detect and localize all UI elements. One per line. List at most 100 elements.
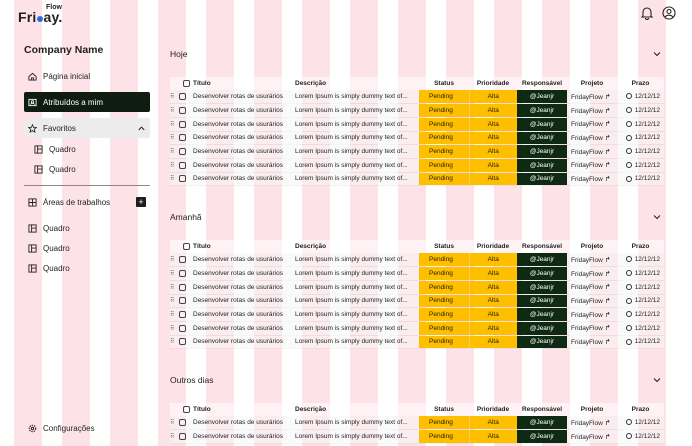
priority-badge[interactable]: Alta [468,90,517,105]
project-link[interactable]: FridayFlow ↱ [567,280,617,295]
chevron-down-icon[interactable] [652,212,662,222]
row-checkbox[interactable] [179,266,193,281]
assignee-tag[interactable]: @Jeanjr [517,266,567,281]
row-checkbox[interactable] [179,321,193,336]
section-header[interactable]: Hoje [170,44,664,64]
row-checkbox[interactable] [179,172,193,187]
table-row[interactable]: ⠿ Desenvolver rotas de usurários Lorem Ips… [170,253,664,268]
project-link[interactable]: FridayFlow ↱ [567,90,617,105]
project-link[interactable]: FridayFlow ↱ [567,144,617,159]
project-link[interactable]: FridayFlow ↱ [567,335,617,350]
table-row[interactable]: ⠿ Desenvolver rotas de usurários Lorem Ips… [170,117,664,132]
col-header-responsavel[interactable]: Responsável [517,240,567,253]
col-header-projeto[interactable]: Projeto [567,240,617,253]
priority-badge[interactable]: Alta [468,253,517,268]
open-project-icon[interactable]: ↱ [605,420,611,427]
task-title[interactable]: Desenvolver rotas de usurários [193,307,295,322]
row-checkbox[interactable] [179,117,193,132]
drag-handle-icon[interactable]: ⠿ [170,416,179,431]
priority-badge[interactable]: Alta [468,144,517,159]
sidebar-item-favorites[interactable]: Favoritos [24,118,150,138]
row-checkbox[interactable] [179,335,193,350]
table-row[interactable]: ⠿ Desenvolver rotas de usurários Lorem Ips… [170,416,664,431]
status-badge[interactable]: Pending [419,253,469,268]
priority-badge[interactable]: Alta [468,321,517,336]
chevron-down-icon[interactable] [652,375,662,385]
table-row[interactable]: ⠿ Desenvolver rotas de usurários Lorem Ips… [170,103,664,118]
table-row[interactable]: ⠿ Desenvolver rotas de usurários Lorem Ips… [170,158,664,173]
add-workspace-button[interactable]: + [136,197,146,207]
col-header-descricao[interactable]: Descrição [295,403,419,416]
status-badge[interactable]: Pending [419,416,469,431]
assignee-tag[interactable]: @Jeanjr [517,280,567,295]
status-badge[interactable]: Pending [419,158,469,173]
row-checkbox[interactable] [179,416,193,431]
chevron-up-icon[interactable] [137,124,146,133]
row-checkbox[interactable] [179,253,193,268]
task-title[interactable]: Desenvolver rotas de usurários [193,158,295,173]
project-link[interactable]: FridayFlow ↱ [567,172,617,187]
assignee-tag[interactable]: @Jeanjr [517,172,567,187]
table-row[interactable]: ⠿ Desenvolver rotas de usurários Lorem Ips… [170,429,664,444]
open-project-icon[interactable]: ↱ [605,271,611,278]
priority-badge[interactable]: Alta [468,266,517,281]
priority-badge[interactable]: Alta [468,131,517,146]
open-project-icon[interactable]: ↱ [605,284,611,291]
task-title[interactable]: Desenvolver rotas de usurários [193,321,295,336]
row-checkbox[interactable] [179,131,193,146]
priority-badge[interactable]: Alta [468,429,517,444]
project-link[interactable]: FridayFlow ↱ [567,117,617,132]
project-link[interactable]: FridayFlow ↱ [567,321,617,336]
bell-icon[interactable] [640,6,654,20]
col-header-status[interactable]: Status [419,77,469,90]
drag-handle-icon[interactable]: ⠿ [170,144,179,159]
open-project-icon[interactable]: ↱ [605,312,611,319]
priority-badge[interactable]: Alta [468,172,517,187]
project-link[interactable]: FridayFlow ↱ [567,253,617,268]
assignee-tag[interactable]: @Jeanjr [517,429,567,444]
priority-badge[interactable]: Alta [468,294,517,309]
drag-handle-icon[interactable]: ⠿ [170,90,179,105]
open-project-icon[interactable]: ↱ [605,339,611,346]
priority-badge[interactable]: Alta [468,117,517,132]
assignee-tag[interactable]: @Jeanjr [517,158,567,173]
section-header[interactable]: Amanhã [170,207,664,227]
assignee-tag[interactable]: @Jeanjr [517,416,567,431]
col-header-responsavel[interactable]: Responsável [517,77,567,90]
project-link[interactable]: FridayFlow ↱ [567,294,617,309]
select-all-checkbox[interactable] [179,240,193,253]
open-project-icon[interactable]: ↱ [605,325,611,332]
open-project-icon[interactable]: ↱ [605,257,611,264]
table-row[interactable]: ⠿ Desenvolver rotas de usurários Lorem Ips… [170,294,664,309]
assignee-tag[interactable]: @Jeanjr [517,294,567,309]
task-title[interactable]: Desenvolver rotas de usurários [193,253,295,268]
table-row[interactable]: ⠿ Desenvolver rotas de usurários Lorem Ips… [170,172,664,187]
assignee-tag[interactable]: @Jeanjr [517,117,567,132]
project-link[interactable]: FridayFlow ↱ [567,266,617,281]
open-project-icon[interactable]: ↱ [605,176,611,183]
drag-handle-icon[interactable]: ⠿ [170,429,179,444]
col-header-prazo[interactable]: Prazo [617,77,664,90]
status-badge[interactable]: Pending [419,280,469,295]
sidebar-item-assigned[interactable]: Atribuídos a mim [24,92,150,112]
table-row[interactable]: ⠿ Desenvolver rotas de usurários Lorem Ips… [170,266,664,281]
open-project-icon[interactable]: ↱ [605,162,611,169]
row-checkbox[interactable] [179,158,193,173]
status-badge[interactable]: Pending [419,294,469,309]
sidebar-item-workspaces[interactable]: Áreas de trabalhos + [24,192,150,212]
task-title[interactable]: Desenvolver rotas de usurários [193,90,295,105]
col-header-responsavel[interactable]: Responsável [517,403,567,416]
col-header-titulo[interactable]: Título [193,240,295,253]
drag-handle-icon[interactable]: ⠿ [170,103,179,118]
drag-handle-icon[interactable]: ⠿ [170,280,179,295]
table-row[interactable]: ⠿ Desenvolver rotas de usurários Lorem Ips… [170,144,664,159]
col-header-projeto[interactable]: Projeto [567,77,617,90]
drag-handle-icon[interactable]: ⠿ [170,117,179,132]
row-checkbox[interactable] [179,90,193,105]
col-header-titulo[interactable]: Título [193,403,295,416]
sidebar-item-home[interactable]: Página inicial [24,66,150,86]
assignee-tag[interactable]: @Jeanjr [517,90,567,105]
status-badge[interactable]: Pending [419,117,469,132]
task-title[interactable]: Desenvolver rotas de usurários [193,335,295,350]
drag-handle-icon[interactable]: ⠿ [170,307,179,322]
